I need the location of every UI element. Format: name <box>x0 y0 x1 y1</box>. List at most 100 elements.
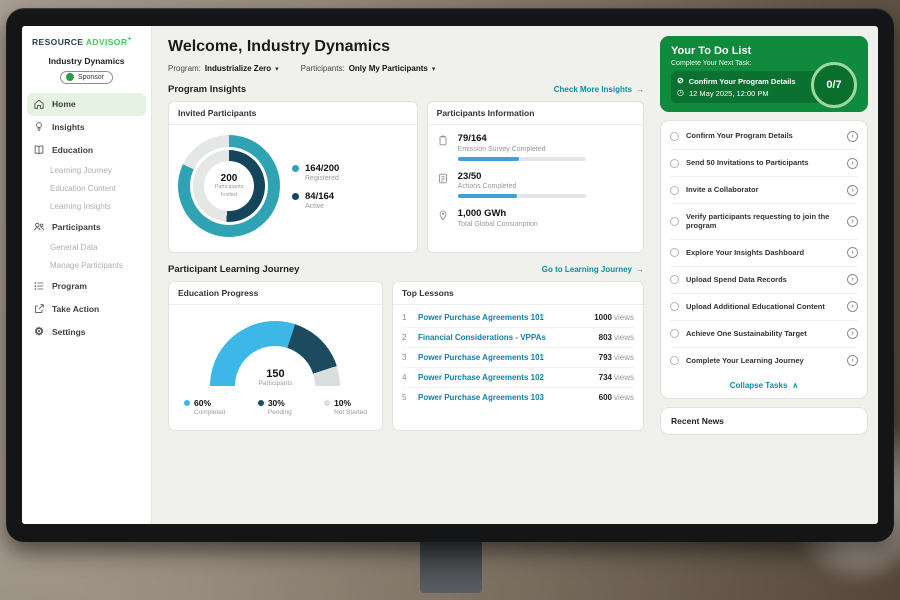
participants-filter[interactable]: Participants: Only My Participants ▾ <box>301 64 436 73</box>
task-checkbox[interactable] <box>670 217 679 226</box>
sidebar-item-participants[interactable]: Participants <box>22 216 151 239</box>
lesson-link[interactable]: Power Purchase Agreements 101 <box>418 353 544 362</box>
task-label: Verify participants requesting to join t… <box>686 212 840 232</box>
collapse-tasks-button[interactable]: Collapse Tasks ∧ <box>670 374 858 396</box>
chevron-right-icon[interactable]: › <box>847 185 858 196</box>
gauge-legend-dot <box>324 400 330 406</box>
chevron-right-icon[interactable]: › <box>847 158 858 169</box>
arrow-right-icon: → <box>636 85 644 94</box>
task-label: Upload Spend Data Records <box>686 275 840 285</box>
sidebar-item-education[interactable]: Education <box>22 139 151 162</box>
sidebar-item-label: Education <box>52 145 93 155</box>
todo-tasks-card: Confirm Your Program Details › Send 50 I… <box>660 120 868 399</box>
task-row[interactable]: Confirm Your Program Details › <box>670 123 858 150</box>
lesson-views-word: views <box>614 353 634 362</box>
sidebar-item-education-content[interactable]: Education Content <box>22 180 151 198</box>
active-legend-dot <box>292 193 299 200</box>
invited-donut-ring-registered: 200 Participants Invited <box>178 135 280 237</box>
task-checkbox[interactable] <box>670 356 679 365</box>
task-checkbox[interactable] <box>670 329 679 338</box>
chevron-right-icon[interactable]: › <box>847 301 858 312</box>
main-content: Welcome, Industry Dynamics Program: Indu… <box>152 26 656 524</box>
gear-icon: ⚙ <box>33 326 45 338</box>
task-label: Upload Additional Educational Content <box>686 302 840 312</box>
sidebar-item-learning-insights[interactable]: Learning Insights <box>22 198 151 216</box>
chevron-right-icon[interactable]: › <box>847 247 858 258</box>
todo-progress-badge: 0/7 <box>811 62 857 108</box>
lesson-link[interactable]: Power Purchase Agreements 103 <box>418 393 544 402</box>
task-checkbox[interactable] <box>670 132 679 141</box>
task-checkbox[interactable] <box>670 159 679 168</box>
sidebar-item-settings[interactable]: ⚙ Settings <box>22 321 151 344</box>
program-filter-label: Program: <box>168 64 201 73</box>
task-row[interactable]: Explore Your Insights Dashboard › <box>670 240 858 267</box>
org-name: Industry Dynamics <box>22 56 151 66</box>
task-row[interactable]: Upload Spend Data Records › <box>670 267 858 294</box>
sidebar-item-learning-journey[interactable]: Learning Journey <box>22 162 151 180</box>
legend-item: 10% Not Started <box>324 398 367 416</box>
monitor-bezel: RESOURCE ADVISOR+ Industry Dynamics Spon… <box>6 8 894 542</box>
stat-label: Actions Completed <box>458 183 586 190</box>
gauge-center-label: Participants <box>210 380 340 387</box>
monitor-stand <box>420 538 482 593</box>
next-task-block[interactable]: ⊘ Confirm Your Program Details ◷ 12 May … <box>671 71 823 103</box>
progress-bar-fill <box>458 194 517 198</box>
card-title: Top Lessons <box>393 282 643 305</box>
next-task-due: 12 May 2025, 12:00 PM <box>689 89 769 98</box>
legend-label: Completed <box>194 409 225 416</box>
program-filter[interactable]: Program: Industrialize Zero ▾ <box>168 64 279 73</box>
sidebar-item-home[interactable]: Home <box>27 93 146 116</box>
app-logo: RESOURCE ADVISOR+ <box>22 36 151 47</box>
check-more-insights-link[interactable]: Check More Insights → <box>554 85 644 94</box>
home-icon <box>33 98 45 110</box>
education-progress-card: Education Progress 150 Participants <box>168 281 383 431</box>
chevron-right-icon[interactable]: › <box>847 328 858 339</box>
task-row[interactable]: Complete Your Learning Journey › <box>670 348 858 374</box>
task-row[interactable]: Upload Additional Educational Content › <box>670 294 858 321</box>
lesson-views-word: views <box>614 333 634 342</box>
go-to-learning-journey-link[interactable]: Go to Learning Journey → <box>542 265 644 274</box>
lesson-link[interactable]: Power Purchase Agreements 102 <box>418 373 544 382</box>
page-title: Welcome, Industry Dynamics <box>168 38 644 56</box>
lesson-views-word: views <box>614 313 634 322</box>
task-row[interactable]: Achieve One Sustainability Target › <box>670 321 858 348</box>
brand-plus: + <box>127 36 132 43</box>
progress-bar <box>458 194 586 198</box>
list-icon <box>33 280 45 292</box>
stat-label: Emission Survey Completed <box>458 146 586 153</box>
recent-news-card[interactable]: Recent News <box>660 407 868 435</box>
lesson-link[interactable]: Power Purchase Agreements 101 <box>418 313 544 322</box>
chevron-right-icon[interactable]: › <box>847 274 858 285</box>
task-row[interactable]: Invite a Collaborator › <box>670 177 858 204</box>
stat-value: 79/164 <box>458 133 586 144</box>
sidebar-item-take-action[interactable]: Take Action <box>22 298 151 321</box>
sidebar-item-program[interactable]: Program <box>22 275 151 298</box>
sidebar-item-general-data[interactable]: General Data <box>22 239 151 257</box>
task-checkbox[interactable] <box>670 186 679 195</box>
legend-item: 164/200 Registered <box>292 163 339 182</box>
legend-label: Active <box>305 203 334 210</box>
slash-circle-icon: ⊘ <box>677 77 684 85</box>
task-checkbox[interactable] <box>670 275 679 284</box>
chevron-right-icon[interactable]: › <box>847 355 858 366</box>
task-label: Send 50 Invitations to Participants <box>686 158 840 168</box>
task-checkbox[interactable] <box>670 248 679 257</box>
lesson-link[interactable]: Financial Considerations - VPPAs <box>418 333 546 342</box>
lesson-rank: 4 <box>402 373 411 382</box>
task-row[interactable]: Send 50 Invitations to Participants › <box>670 150 858 177</box>
lesson-row: 4 Power Purchase Agreements 102 734views <box>402 368 634 388</box>
insights-cards-row: Invited Participants 200 Participants In… <box>168 101 644 253</box>
program-filter-value: Industrialize Zero <box>205 64 271 73</box>
legend-pct: 30% <box>268 398 285 408</box>
donut-center: 200 Participants Invited <box>204 161 254 211</box>
chevron-right-icon[interactable]: › <box>847 131 858 142</box>
task-checkbox[interactable] <box>670 302 679 311</box>
sidebar-item-label: Home <box>52 99 76 109</box>
chevron-right-icon[interactable]: › <box>847 216 858 227</box>
sponsor-badge-label: Sponsor <box>78 74 104 81</box>
task-row[interactable]: Verify participants requesting to join t… <box>670 204 858 240</box>
todo-title: Your To Do List <box>671 45 857 57</box>
sidebar-item-label: Program <box>52 281 87 291</box>
sidebar-item-manage-participants[interactable]: Manage Participants <box>22 257 151 275</box>
sidebar-item-insights[interactable]: Insights <box>22 116 151 139</box>
